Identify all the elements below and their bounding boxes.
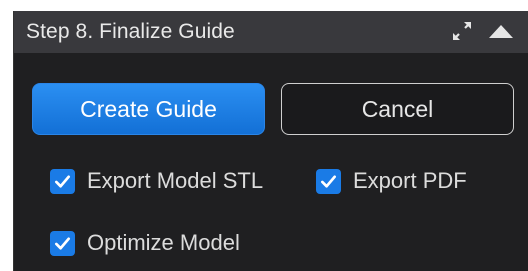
export-pdf-label: Export PDF bbox=[353, 168, 467, 193]
export-pdf-checkbox[interactable] bbox=[316, 168, 341, 194]
finalize-guide-panel: Step 8. Finalize Guide Create Guide Canc… bbox=[13, 11, 528, 271]
export-model-stl-label: Export Model STL bbox=[87, 168, 264, 193]
export-model-stl-checkbox[interactable] bbox=[50, 168, 75, 194]
panel-title: Step 8. Finalize Guide bbox=[26, 20, 235, 43]
cancel-button[interactable]: Cancel bbox=[281, 83, 514, 135]
export-model-stl-option[interactable]: Export Model STL bbox=[50, 168, 263, 194]
checkmark-icon bbox=[54, 174, 71, 188]
optimize-model-option[interactable]: Optimize Model bbox=[50, 230, 240, 256]
export-pdf-option[interactable]: Export PDF bbox=[316, 168, 467, 194]
collapse-up-icon[interactable] bbox=[488, 21, 514, 41]
checkmark-icon bbox=[54, 236, 71, 250]
checkmark-icon bbox=[320, 174, 337, 188]
panel-header[interactable]: Step 8. Finalize Guide bbox=[14, 11, 528, 53]
optimize-model-checkbox[interactable] bbox=[50, 230, 75, 256]
create-guide-button[interactable]: Create Guide bbox=[32, 83, 265, 135]
expand-icon[interactable] bbox=[450, 19, 474, 43]
optimize-model-label: Optimize Model bbox=[87, 230, 240, 255]
